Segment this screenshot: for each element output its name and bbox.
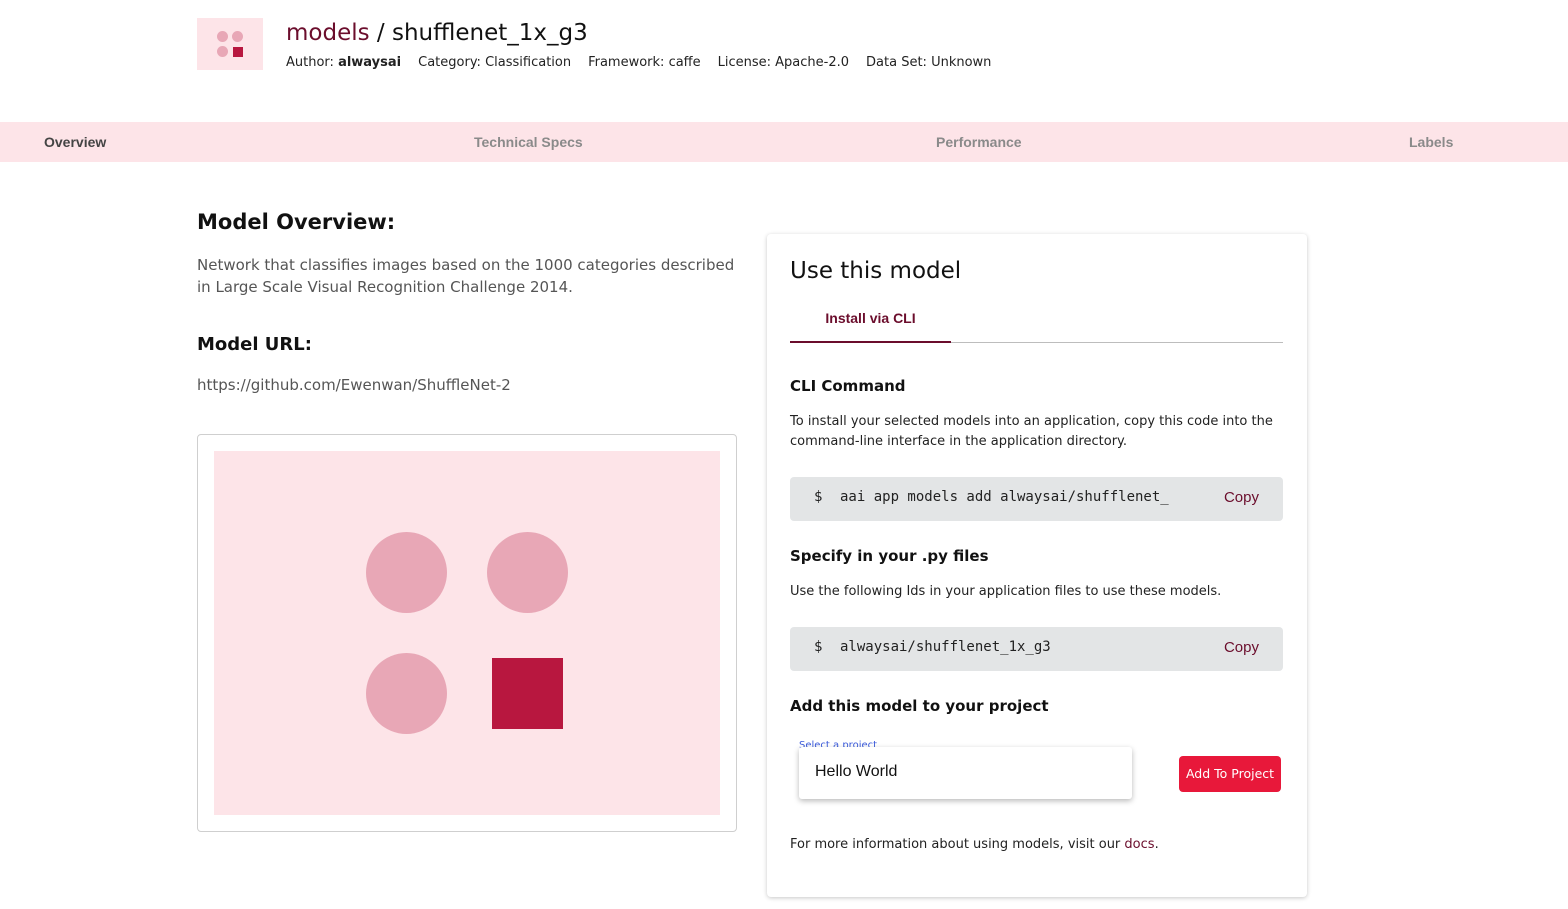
placeholder-circle [366, 653, 447, 734]
model-meta: Author: alwaysai Category: Classificatio… [286, 55, 991, 70]
tab-overview[interactable]: Overview [44, 122, 106, 162]
py-description: Use the following Ids in your applicatio… [790, 584, 1222, 599]
breadcrumb-separator: / [369, 20, 392, 46]
cli-command-box: $ aai app models add alwaysai/shufflenet… [790, 477, 1283, 521]
logo-square [233, 47, 243, 57]
cli-description: To install your selected models into an … [790, 414, 1273, 449]
project-select-value: Hello World [815, 763, 898, 780]
add-to-project-button[interactable]: Add To Project [1179, 756, 1281, 792]
placeholder-square [492, 658, 563, 729]
footnote-period: . [1154, 837, 1159, 852]
model-id-box: $ alwaysai/shufflenet_1x_g3 Copy [790, 627, 1283, 671]
tab-labels[interactable]: Labels [1409, 122, 1453, 162]
py-heading: Specify in your .py files [790, 547, 989, 565]
meta-category: Category: Classification [418, 55, 572, 70]
cli-heading: CLI Command [790, 377, 906, 395]
prompt-symbol: $ [814, 489, 823, 505]
copy-id-button[interactable]: Copy [1224, 639, 1259, 656]
prompt-symbol: $ [814, 639, 823, 655]
placeholder-circle [366, 532, 447, 613]
section-tabs: Overview Technical Specs Performance Lab… [0, 122, 1568, 162]
model-description: Network that classifies images based on … [197, 256, 735, 296]
meta-license: License: Apache-2.0 [717, 55, 850, 70]
model-id[interactable]: alwaysai/shufflenet_1x_g3 [840, 639, 1170, 655]
model-url: https://github.com/Ewenwan/ShuffleNet-2 [197, 376, 511, 394]
tab-install-via-cli[interactable]: Install via CLI [790, 304, 951, 343]
cli-command[interactable]: aai app models add alwaysai/shufflenet_1… [840, 489, 1170, 505]
docs-link[interactable]: docs [1124, 837, 1154, 852]
author-label: Author: [286, 55, 339, 70]
project-heading: Add this model to your project [790, 697, 1049, 715]
tab-technical-specs[interactable]: Technical Specs [474, 122, 583, 162]
meta-framework: Framework: caffe [588, 55, 701, 70]
logo-dot [232, 31, 243, 42]
placeholder-circle [487, 532, 568, 613]
copy-cli-button[interactable]: Copy [1224, 489, 1259, 506]
author-value: alwaysai [338, 55, 402, 70]
meta-dataset: Data Set: Unknown [866, 55, 992, 70]
card-title: Use this model [790, 258, 962, 284]
breadcrumb-models-link[interactable]: models [286, 20, 370, 46]
docs-footnote: For more information about using models,… [790, 837, 1159, 852]
logo-dot [217, 46, 228, 57]
logo-dot [217, 31, 228, 42]
model-image-placeholder [214, 451, 720, 815]
model-image-frame [197, 434, 737, 832]
meta-author: Author: alwaysai [286, 55, 401, 70]
model-logo [197, 18, 263, 70]
model-url-heading: Model URL: [197, 334, 312, 355]
page-title: models / shufflenet_1x_g3 [286, 18, 588, 48]
footnote-text: For more information about using models,… [790, 837, 1125, 852]
model-name: shufflenet_1x_g3 [391, 20, 588, 46]
project-select[interactable]: Hello World [799, 747, 1132, 799]
tab-performance[interactable]: Performance [936, 122, 1022, 162]
use-model-card: Use this model Install via CLI CLI Comma… [767, 234, 1307, 897]
card-tabs: Install via CLI [790, 304, 1283, 343]
overview-heading: Model Overview: [197, 210, 396, 234]
